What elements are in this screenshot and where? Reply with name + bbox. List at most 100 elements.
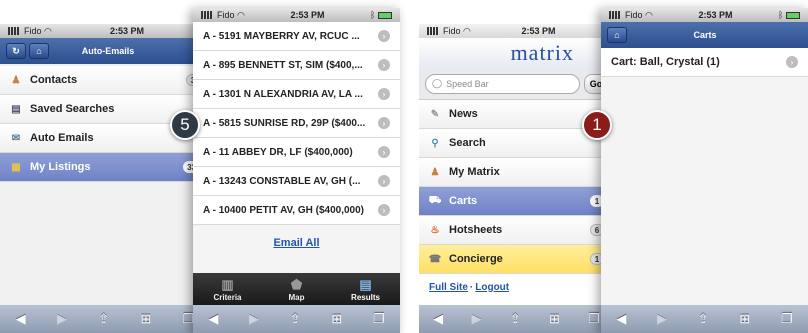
carrier-label: Fido <box>443 25 461 36</box>
list-item-contacts[interactable]: ♟ Contacts 3 <box>0 66 210 95</box>
magnifier-icon: ⚲ <box>431 137 439 149</box>
listing-row[interactable]: A - 895 BENNETT ST, SIM ($400,... › <box>193 51 400 80</box>
home-icon[interactable]: ⌂ <box>29 43 49 59</box>
status-bar: Fido ◠ 2:53 PM <box>419 24 614 38</box>
concierge-icon: ☎ <box>428 253 442 265</box>
flame-icon: ♨ <box>430 224 440 236</box>
tab-label: Results <box>351 292 380 302</box>
clock: 2:53 PM <box>698 10 733 20</box>
status-bar: Fido ◠ 2:53 PM <box>0 24 210 38</box>
menu-item-label: Hotsheets <box>449 224 503 236</box>
chevron-right-icon: › <box>378 30 390 42</box>
menu-item-label: Search <box>449 137 486 149</box>
home-icon[interactable]: ⌂ <box>607 27 627 43</box>
signal-icon <box>8 27 22 36</box>
logo-header: matrix <box>419 38 614 68</box>
bluetooth-icon: ᛒ <box>370 10 376 20</box>
battery-icon <box>377 12 392 20</box>
forward-icon[interactable]: ▶ <box>249 311 259 327</box>
bookmarks-icon[interactable]: ⊞ <box>739 311 750 327</box>
listing-row[interactable]: A - 5191 MAYBERRY AV, RCUC ... › <box>193 22 400 51</box>
chevron-right-icon: › <box>378 146 390 158</box>
chevron-right-icon: › <box>378 204 390 216</box>
forward-icon[interactable]: ▶ <box>471 311 481 327</box>
chevron-right-icon: › <box>786 56 798 68</box>
menu-item-label: Carts <box>449 195 478 207</box>
speed-bar-placeholder: Speed Bar <box>446 78 489 89</box>
share-icon[interactable]: ⇪ <box>98 311 109 327</box>
step-callout-5: 5 <box>170 110 200 140</box>
page-title: Carts <box>693 30 717 40</box>
cart-row[interactable]: Cart: Ball, Crystal (1) › <box>601 48 808 77</box>
email-all-link[interactable]: Email All <box>193 225 400 261</box>
browser-toolbar: ◀ ▶ ⇪ ⊞ ❐ <box>419 305 614 333</box>
nav-bar: ↻ ⌂ Auto-Emails <box>0 38 210 64</box>
forward-icon[interactable]: ▶ <box>57 311 67 327</box>
forward-icon[interactable]: ▶ <box>657 311 667 327</box>
back-icon[interactable]: ◀ <box>16 311 26 327</box>
pencil-icon: ✎ <box>430 108 440 120</box>
tabs-icon[interactable]: ❐ <box>781 311 793 327</box>
speed-bar-area: ◯ Speed Bar Go <box>419 68 614 100</box>
step-callout-1: 1 <box>582 110 612 140</box>
listing-row[interactable]: A - 10400 PETIT AV, GH ($400,000) › <box>193 196 400 225</box>
listing-row[interactable]: A - 1301 N ALEXANDRIA AV, LA ... › <box>193 80 400 109</box>
bookmarks-icon[interactable]: ⊞ <box>140 311 151 327</box>
refresh-icon[interactable]: ↻ <box>6 43 26 59</box>
results-icon: ▤ <box>359 276 372 292</box>
tabs-icon[interactable]: ❐ <box>588 311 600 327</box>
speed-bar-input[interactable]: ◯ Speed Bar <box>425 73 580 94</box>
menu-item-carts[interactable]: ⛟ Carts 1 <box>419 187 614 216</box>
tab-label: Map <box>288 292 305 302</box>
back-icon[interactable]: ◀ <box>208 311 218 327</box>
menu-item-my-matrix[interactable]: ♟ My Matrix <box>419 158 614 187</box>
share-icon[interactable]: ⇪ <box>510 311 521 327</box>
person-icon: ♟ <box>11 74 21 86</box>
wifi-icon: ◠ <box>44 25 52 36</box>
phone-screen-carts: Fido ◠ 2:53 PM ᛒ ⌂ Carts Cart: Ball, Cry… <box>601 8 808 333</box>
wifi-icon: ◠ <box>645 9 653 20</box>
listing-label: A - 895 BENNETT ST, SIM ($400,... <box>203 59 363 71</box>
listing-label: A - 13243 CONSTABLE AV, GH (... <box>203 175 361 187</box>
map-pin-icon: ⬟ <box>290 276 303 292</box>
share-icon[interactable]: ⇪ <box>698 311 709 327</box>
bookmarks-icon[interactable]: ⊞ <box>549 311 560 327</box>
back-icon[interactable]: ◀ <box>433 311 443 327</box>
listing-row[interactable]: A - 5815 SUNRISE RD, 29P ($400... › <box>193 109 400 138</box>
carrier-label: Fido <box>24 25 42 36</box>
tab-criteria[interactable]: ▥ Criteria <box>193 273 262 305</box>
browser-toolbar: ◀ ▶ ⇪ ⊞ ❐ <box>193 305 400 333</box>
tab-map[interactable]: ⬟ Map <box>262 273 331 305</box>
search-icon: ◯ <box>432 78 443 88</box>
tab-bar: ▥ Criteria ⬟ Map ▤ Results <box>193 273 400 305</box>
phone-screen-auto-emails: Fido ◠ 2:53 PM ↻ ⌂ Auto-Emails ♟ Contact… <box>0 24 210 333</box>
list-item-my-listings[interactable]: ▦ My Listings 33 <box>0 153 210 182</box>
footer-links: Full Site · Logout <box>419 274 614 300</box>
battery-icon <box>785 12 800 20</box>
logout-link[interactable]: Logout <box>475 282 509 293</box>
listing-label: A - 11 ABBEY DR, LF ($400,000) <box>203 146 353 158</box>
criteria-icon: ▥ <box>221 276 234 292</box>
clock: 2:53 PM <box>290 10 325 20</box>
listing-row[interactable]: A - 11 ABBEY DR, LF ($400,000) › <box>193 138 400 167</box>
share-icon[interactable]: ⇪ <box>290 311 301 327</box>
tab-results[interactable]: ▤ Results <box>331 273 400 305</box>
menu-item-concierge[interactable]: ☎ Concierge 1 <box>419 245 614 274</box>
carrier-label: Fido <box>625 9 643 20</box>
search-folder-icon: ▤ <box>11 103 21 115</box>
person-icon: ♟ <box>430 166 440 178</box>
listing-row[interactable]: A - 13243 CONSTABLE AV, GH (... › <box>193 167 400 196</box>
clock: 2:53 PM <box>521 26 556 36</box>
menu-item-hotsheets[interactable]: ♨ Hotsheets 6 <box>419 216 614 245</box>
menu-item-label: News <box>449 108 478 120</box>
tabs-icon[interactable]: ❐ <box>373 311 385 327</box>
bookmarks-icon[interactable]: ⊞ <box>331 311 342 327</box>
back-icon[interactable]: ◀ <box>616 311 626 327</box>
status-bar: Fido ◠ 2:53 PM ᛒ <box>193 8 400 22</box>
link-separator: · <box>469 281 474 293</box>
full-site-link[interactable]: Full Site <box>429 282 468 293</box>
listing-label: A - 5191 MAYBERRY AV, RCUC ... <box>203 30 360 42</box>
matrix-logo: matrix <box>510 40 574 65</box>
bluetooth-icon: ᛒ <box>778 10 784 20</box>
signal-icon <box>201 11 215 20</box>
